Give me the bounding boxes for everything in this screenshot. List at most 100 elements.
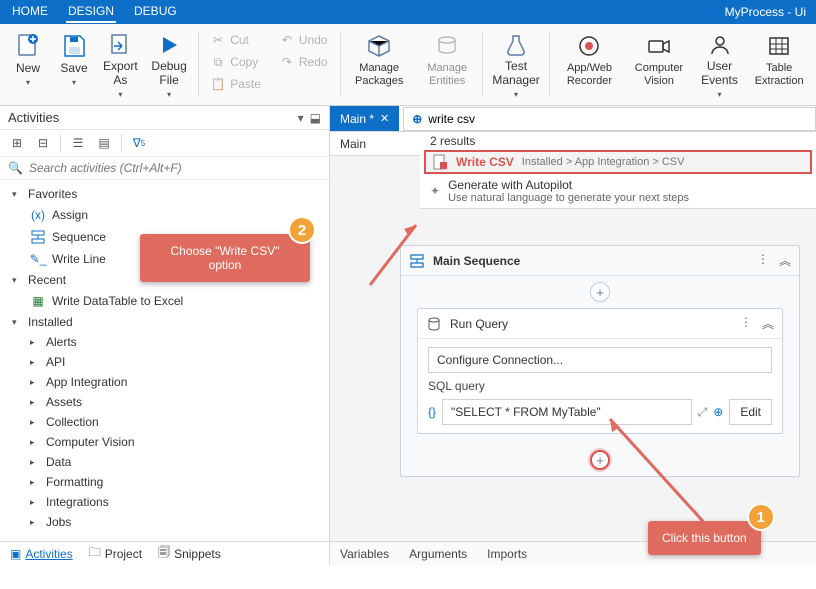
panel-bottom-tabs: ▣Activities 🗀Project 🗐Snippets bbox=[0, 541, 329, 565]
result-write-csv[interactable]: Write CSV Installed > App Integration > … bbox=[424, 150, 812, 174]
filter-icon[interactable]: ∇5 bbox=[130, 134, 148, 152]
activity-write-datatable[interactable]: ▦Write DataTable to Excel bbox=[0, 290, 329, 312]
doc-tabs: Main * ✕ ⊕ bbox=[330, 106, 816, 132]
expand-icon[interactable]: ⊞ bbox=[8, 134, 26, 152]
cat-assets[interactable]: ▸Assets bbox=[0, 392, 329, 412]
recorder-label: App/Web Recorder bbox=[560, 62, 619, 88]
export-label: Export As▾ bbox=[103, 60, 138, 101]
writeline-icon: ✎_ bbox=[30, 251, 46, 267]
cat-collection[interactable]: ▸Collection bbox=[0, 412, 329, 432]
more-icon[interactable]: ⋮ bbox=[740, 315, 752, 332]
tab-project[interactable]: 🗀Project bbox=[89, 543, 142, 564]
copy-icon: ⧉ bbox=[210, 54, 226, 70]
canvas[interactable]: Main Sequence ⋮ ︽ + Run Query ⋮ ︽ bbox=[330, 209, 816, 541]
table-icon bbox=[765, 32, 793, 60]
tab-design[interactable]: DESIGN bbox=[66, 1, 116, 23]
export-button[interactable]: Export As▾ bbox=[98, 28, 143, 100]
cat-formatting[interactable]: ▸Formatting bbox=[0, 472, 329, 492]
save-button[interactable]: Save▾ bbox=[52, 28, 96, 100]
camera-icon bbox=[645, 32, 673, 60]
panel-menu-icon[interactable]: ⬓ bbox=[310, 111, 321, 125]
close-icon[interactable]: ✕ bbox=[380, 112, 389, 125]
breadcrumb[interactable]: Main bbox=[330, 132, 420, 156]
user-events-label: User Events▾ bbox=[699, 60, 741, 101]
cat-cv[interactable]: ▸Computer Vision bbox=[0, 432, 329, 452]
tab-snippets[interactable]: 🗐Snippets bbox=[158, 543, 221, 564]
collapse-icon[interactable]: ︽ bbox=[762, 315, 774, 332]
assign-icon: (x) bbox=[30, 207, 46, 223]
favorites-node[interactable]: ▾Favorites bbox=[0, 184, 329, 204]
view-grid-icon[interactable]: ▤ bbox=[95, 134, 113, 152]
cat-data[interactable]: ▸Data bbox=[0, 452, 329, 472]
sequence-title: Main Sequence bbox=[433, 254, 520, 268]
ribbon: New▾ Save▾ Export As▾ Debug File▾ ✂Cut ⧉… bbox=[0, 24, 816, 106]
view-list-icon[interactable]: ☰ bbox=[69, 134, 87, 152]
title-bar: HOME DESIGN DEBUG MyProcess - Ui bbox=[0, 0, 816, 24]
cat-jobs[interactable]: ▸Jobs bbox=[0, 512, 329, 532]
activity-assign[interactable]: (x)Assign bbox=[0, 204, 329, 226]
footer-imports[interactable]: Imports bbox=[487, 547, 527, 561]
cat-api[interactable]: ▸API bbox=[0, 352, 329, 372]
more-icon[interactable]: ⋮ bbox=[757, 252, 769, 269]
user-icon bbox=[706, 32, 734, 58]
cut-button[interactable]: ✂Cut bbox=[206, 30, 265, 50]
search-icon: 🔍 bbox=[8, 161, 23, 175]
manage-entities-button[interactable]: Manage Entities bbox=[416, 28, 478, 100]
cat-integrations[interactable]: ▸Integrations bbox=[0, 492, 329, 512]
save-icon bbox=[60, 32, 88, 60]
tab-activities[interactable]: ▣Activities bbox=[10, 547, 73, 561]
paste-button[interactable]: 📋Paste bbox=[206, 74, 265, 94]
collapse-icon[interactable]: ⊟ bbox=[34, 134, 52, 152]
cat-alerts[interactable]: ▸Alerts bbox=[0, 332, 329, 352]
cv-button[interactable]: Computer Vision bbox=[627, 28, 691, 100]
undo-button[interactable]: ↶Undo bbox=[275, 30, 332, 50]
test-icon bbox=[502, 32, 530, 58]
collapse-icon[interactable]: ︽ bbox=[779, 252, 791, 269]
new-button[interactable]: New▾ bbox=[6, 28, 50, 100]
test-manager-button[interactable]: Test Manager▾ bbox=[487, 28, 545, 100]
main-sequence[interactable]: Main Sequence ⋮ ︽ + Run Query ⋮ ︽ bbox=[400, 245, 800, 477]
footer-variables[interactable]: Variables bbox=[340, 547, 389, 561]
doc-tab-main[interactable]: Main * ✕ bbox=[330, 106, 399, 131]
result-autopilot[interactable]: ✦ Generate with Autopilot Use natural la… bbox=[420, 174, 816, 208]
footer-arguments[interactable]: Arguments bbox=[409, 547, 467, 561]
command-search[interactable]: ⊕ bbox=[403, 107, 816, 131]
edit-button[interactable]: Edit bbox=[729, 399, 772, 425]
sql-query-input[interactable]: "SELECT * FROM MyTable" bbox=[442, 399, 692, 425]
callout-badge: 2 bbox=[288, 216, 316, 244]
recorder-button[interactable]: App/Web Recorder bbox=[554, 28, 625, 100]
database-icon bbox=[426, 316, 442, 332]
activities-search[interactable]: 🔍 bbox=[0, 157, 329, 180]
panel-title: Activities bbox=[8, 110, 59, 125]
installed-node[interactable]: ▾Installed bbox=[0, 312, 329, 332]
expand-field-icon[interactable]: ⤢ bbox=[698, 405, 708, 420]
package-icon bbox=[365, 32, 393, 60]
add-var-icon[interactable]: ⊕ bbox=[713, 405, 723, 419]
results-count: 2 results bbox=[420, 132, 816, 150]
copy-button[interactable]: ⧉Copy bbox=[206, 52, 265, 72]
cat-app-integration[interactable]: ▸App Integration bbox=[0, 372, 329, 392]
tab-debug[interactable]: DEBUG bbox=[132, 1, 179, 23]
plus-icon: ⊕ bbox=[412, 112, 422, 126]
folder-icon: 🗀 bbox=[89, 543, 101, 564]
add-after-button[interactable]: + bbox=[590, 450, 610, 470]
command-search-input[interactable] bbox=[428, 112, 807, 126]
csv-icon bbox=[432, 154, 448, 170]
callout-1: 1 Click this button bbox=[648, 521, 761, 555]
export-icon bbox=[106, 32, 134, 58]
debug-button[interactable]: Debug File▾ bbox=[145, 28, 194, 100]
add-before-button[interactable]: + bbox=[590, 282, 610, 302]
redo-button[interactable]: ↷Redo bbox=[275, 52, 332, 72]
tab-home[interactable]: HOME bbox=[10, 1, 50, 23]
search-results: 2 results Write CSV Installed > App Inte… bbox=[420, 132, 816, 209]
activities-search-input[interactable] bbox=[29, 161, 321, 175]
user-events-button[interactable]: User Events▾ bbox=[693, 28, 747, 100]
sequence-icon bbox=[409, 253, 425, 269]
table-extraction-button[interactable]: Table Extraction bbox=[748, 28, 810, 100]
pin-icon[interactable]: ▾ bbox=[298, 111, 304, 125]
sql-query-label: SQL query bbox=[428, 379, 772, 393]
configure-connection-button[interactable]: Configure Connection... bbox=[428, 347, 772, 373]
debug-icon bbox=[155, 32, 183, 58]
manage-packages-button[interactable]: Manage Packages bbox=[344, 28, 414, 100]
run-query-activity[interactable]: Run Query ⋮ ︽ Configure Connection... SQ… bbox=[417, 308, 783, 434]
